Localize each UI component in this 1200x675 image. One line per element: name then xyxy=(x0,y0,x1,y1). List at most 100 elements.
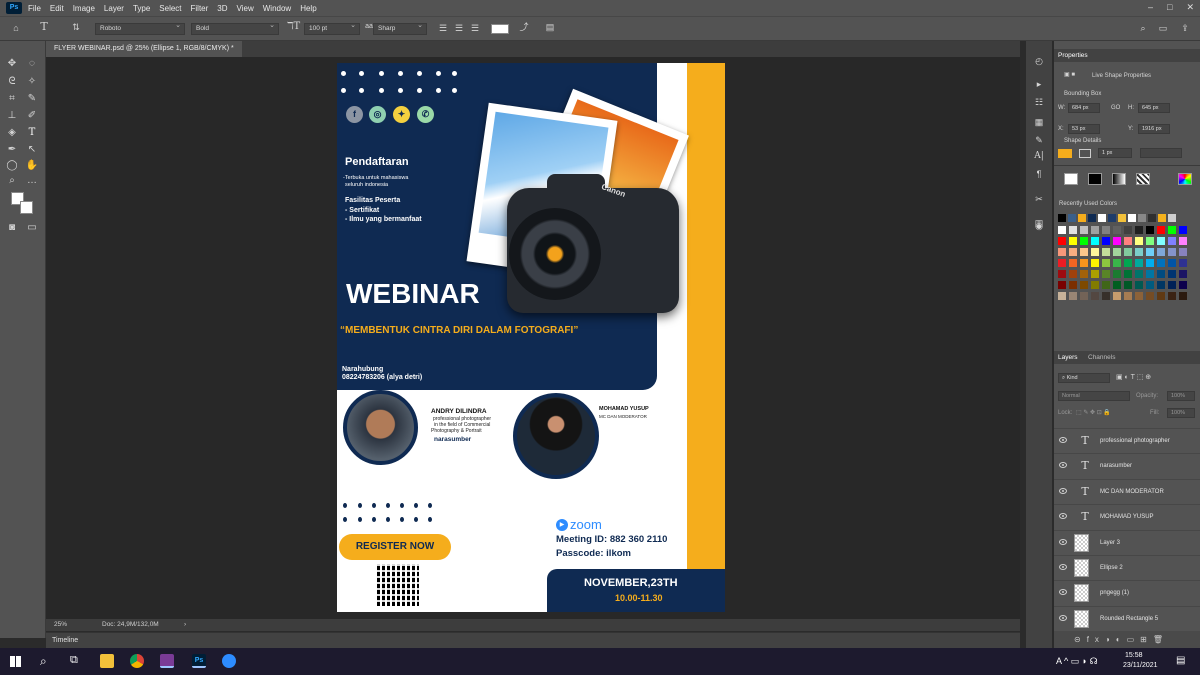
color-swatch[interactable] xyxy=(1102,248,1110,256)
color-swatch[interactable] xyxy=(1113,292,1121,300)
fill-swatch[interactable] xyxy=(1058,149,1072,158)
task-view-icon[interactable]: ⧉ xyxy=(70,654,78,667)
recent-color-swatch[interactable] xyxy=(1098,214,1106,222)
color-swatch[interactable] xyxy=(1069,259,1077,267)
minimize-icon[interactable]: – xyxy=(1148,2,1153,13)
color-swatch[interactable] xyxy=(1124,292,1132,300)
lasso-tool-icon[interactable]: ᘓ xyxy=(5,76,19,88)
text-orientation-icon[interactable]: ⇅ xyxy=(70,22,82,32)
libraries-icon[interactable]: ▦ xyxy=(1034,117,1044,127)
color-swatch[interactable] xyxy=(1113,248,1121,256)
color-swatch[interactable] xyxy=(1058,281,1066,289)
menu-help[interactable]: Help xyxy=(300,4,316,13)
color-swatch[interactable] xyxy=(1058,292,1066,300)
layers-tab[interactable]: Layers xyxy=(1058,354,1078,361)
color-swatch[interactable] xyxy=(1157,248,1165,256)
background-color-swatch[interactable] xyxy=(20,201,33,214)
visibility-eye-icon[interactable] xyxy=(1059,564,1067,570)
layer-row[interactable]: Layer 3 xyxy=(1054,529,1200,555)
color-swatch[interactable] xyxy=(1179,226,1187,234)
color-swatch[interactable] xyxy=(1135,281,1143,289)
align-center-icon[interactable]: ☰ xyxy=(454,23,464,33)
history-icon[interactable]: ◴ xyxy=(1034,56,1044,66)
width-field[interactable]: 684 px xyxy=(1068,103,1100,113)
app-icon[interactable] xyxy=(160,654,174,668)
marquee-tool-icon[interactable]: ◌ xyxy=(25,58,39,70)
color-swatch[interactable] xyxy=(1168,292,1176,300)
color-swatch[interactable] xyxy=(1157,270,1165,278)
color-swatch[interactable] xyxy=(1069,237,1077,245)
lock-icons[interactable]: ⬚ ✎ ✥ ⊡ 🔒 xyxy=(1076,409,1111,416)
menu-file[interactable]: File xyxy=(28,4,41,13)
color-swatch[interactable] xyxy=(1157,237,1165,245)
color-swatch[interactable] xyxy=(1179,292,1187,300)
color-swatch[interactable] xyxy=(1091,237,1099,245)
character-icon[interactable]: A| xyxy=(1034,151,1044,161)
layer-filter-icons[interactable]: ▣ ◐ T ⬚ ⊕ xyxy=(1116,373,1151,381)
color-swatch[interactable] xyxy=(1058,270,1066,278)
tray-icons[interactable]: A ^ ▭ ◗ ☊ xyxy=(1056,656,1098,667)
color-swatch[interactable] xyxy=(1146,248,1154,256)
text-color-swatch[interactable] xyxy=(491,24,509,34)
path-selection-icon[interactable]: ↖ xyxy=(25,144,39,156)
menu-window[interactable]: Window xyxy=(263,4,291,13)
stamp-tool-icon[interactable]: ⊥ xyxy=(5,110,19,122)
y-field[interactable]: 1916 px xyxy=(1138,124,1170,134)
layer-row[interactable]: T MC DAN MODERATOR xyxy=(1054,478,1200,504)
color-swatch[interactable] xyxy=(1124,248,1132,256)
color-swatch[interactable] xyxy=(1168,259,1176,267)
color-swatch[interactable] xyxy=(1179,270,1187,278)
color-swatch[interactable] xyxy=(1113,259,1121,267)
color-swatch[interactable] xyxy=(1146,226,1154,234)
windows-start-icon[interactable] xyxy=(10,656,21,667)
color-swatch[interactable] xyxy=(1113,226,1121,234)
search-icon[interactable]: ⌕ xyxy=(1138,23,1148,33)
more-tools-icon[interactable]: … xyxy=(25,175,39,187)
font-family-select[interactable]: Roboto xyxy=(95,21,185,35)
color-swatch[interactable] xyxy=(1091,281,1099,289)
color-swatch[interactable] xyxy=(1124,237,1132,245)
visibility-eye-icon[interactable] xyxy=(1059,589,1067,596)
layer-row[interactable]: Rounded Rectangle 5 xyxy=(1054,605,1200,631)
font-style-select[interactable]: Bold xyxy=(191,21,279,35)
color-swatch[interactable] xyxy=(1168,237,1176,245)
color-swatch[interactable] xyxy=(1146,270,1154,278)
layer-row[interactable]: T MOHAMAD YUSUP xyxy=(1054,504,1200,530)
character-panel-icon[interactable]: ▤ xyxy=(545,22,555,32)
recent-color-swatch[interactable] xyxy=(1088,214,1096,222)
visibility-eye-icon[interactable] xyxy=(1059,614,1067,621)
color-swatch[interactable] xyxy=(1157,226,1165,234)
color-swatch[interactable] xyxy=(1080,248,1088,256)
color-swatch[interactable] xyxy=(1146,292,1154,300)
color-swatch[interactable] xyxy=(1102,237,1110,245)
color-swatch[interactable] xyxy=(1146,259,1154,267)
color-swatch[interactable] xyxy=(1058,259,1066,267)
color-swatch[interactable] xyxy=(1135,292,1143,300)
color-swatch[interactable] xyxy=(1102,226,1110,234)
type-tool-preset-icon[interactable]: T xyxy=(38,21,50,32)
color-swatch[interactable] xyxy=(1069,226,1077,234)
link-dimensions-label[interactable]: GO xyxy=(1111,105,1120,111)
color-swatch[interactable] xyxy=(1124,281,1132,289)
zoom-level[interactable]: 25% xyxy=(54,619,67,631)
recent-color-swatch[interactable] xyxy=(1148,214,1156,222)
align-right-icon[interactable]: ☰ xyxy=(470,23,480,33)
menu-image[interactable]: Image xyxy=(73,4,95,13)
photoshop-taskbar-icon[interactable]: Ps xyxy=(192,654,206,668)
visibility-eye-icon[interactable] xyxy=(1059,462,1067,469)
color-swatch[interactable] xyxy=(1135,259,1143,267)
menu-3d[interactable]: 3D xyxy=(217,4,227,13)
color-swatch[interactable] xyxy=(1113,237,1121,245)
zoom-tool-icon[interactable]: ⌕ xyxy=(5,175,19,187)
menu-filter[interactable]: Filter xyxy=(191,4,209,13)
visibility-eye-icon[interactable] xyxy=(1059,538,1067,545)
menu-view[interactable]: View xyxy=(237,4,254,13)
clock-time[interactable]: 15:58 xyxy=(1125,652,1143,659)
properties-tab[interactable]: Properties xyxy=(1058,52,1088,59)
recent-color-swatch[interactable] xyxy=(1168,214,1176,222)
workspace-icon[interactable]: ▭ xyxy=(1158,23,1168,33)
visibility-eye-icon[interactable] xyxy=(1059,437,1067,443)
paragraph-icon[interactable]: ¶ xyxy=(1034,169,1044,179)
stroke-type-select[interactable] xyxy=(1140,148,1182,158)
quick-mask-icon[interactable]: ◙ xyxy=(5,222,19,234)
